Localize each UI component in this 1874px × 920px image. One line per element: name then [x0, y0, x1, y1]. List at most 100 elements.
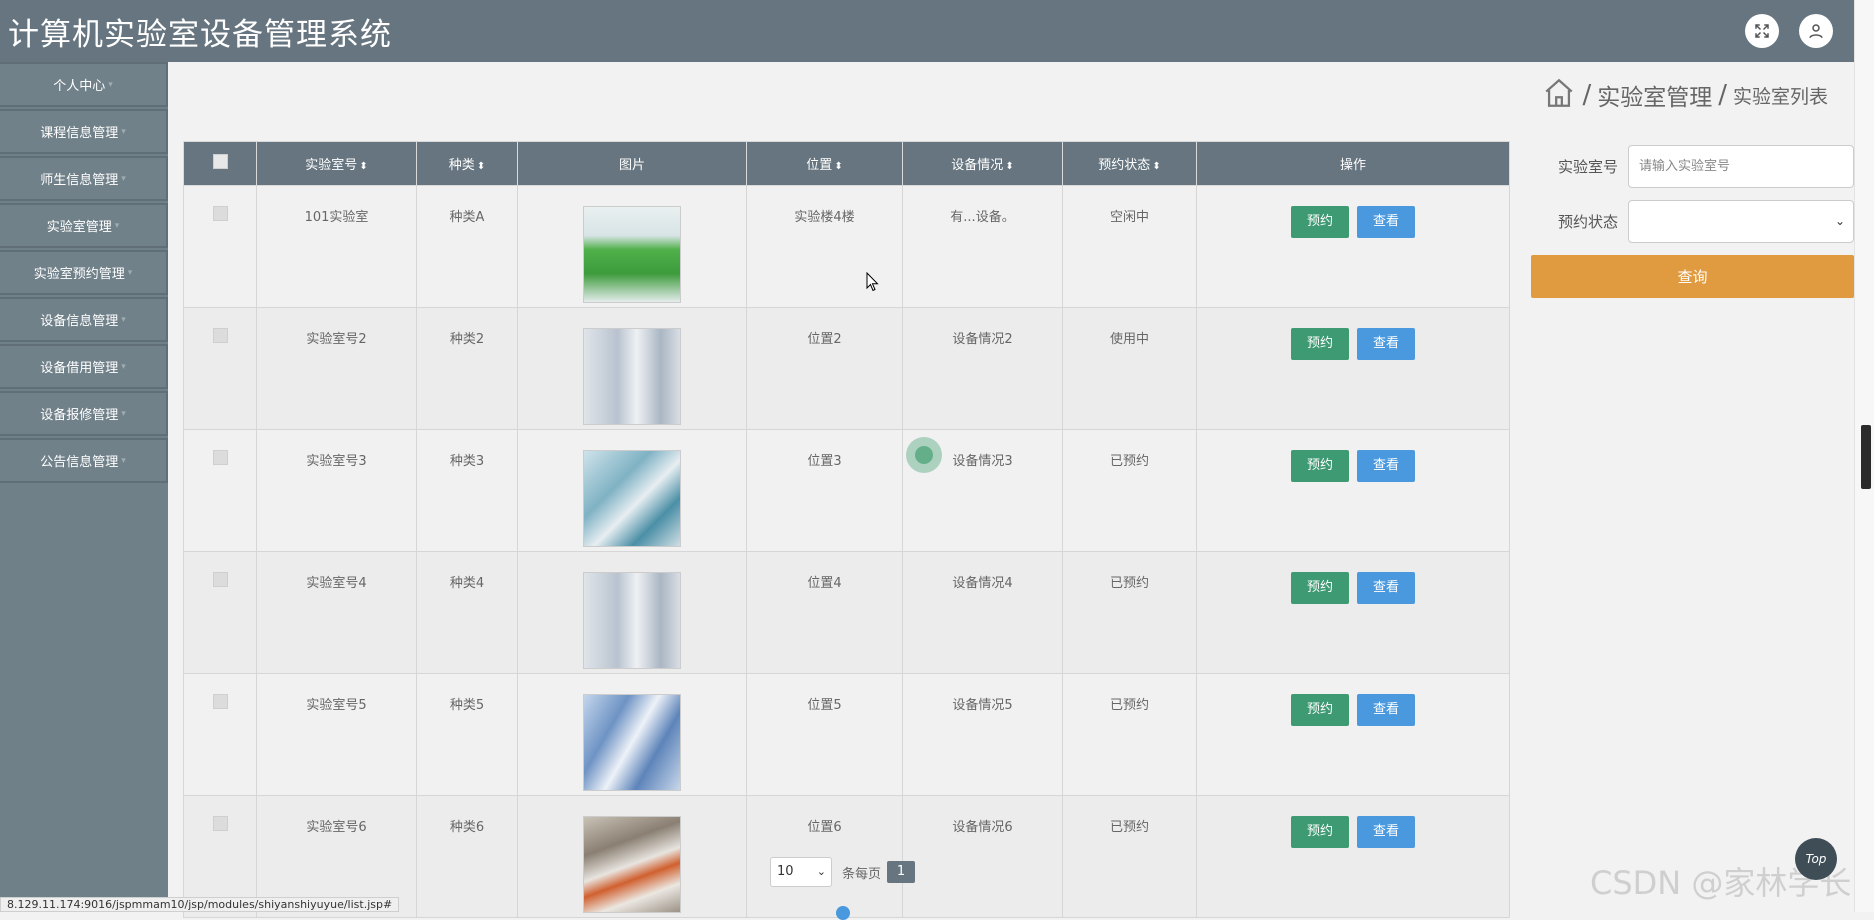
cell-type: 种类6 [416, 795, 518, 918]
book-button[interactable]: 预约 [1291, 206, 1349, 238]
book-button[interactable]: 预约 [1291, 572, 1349, 604]
row-checkbox[interactable] [183, 673, 257, 796]
breadcrumb-separator: / [1582, 80, 1592, 110]
sidebar-item-lab-management[interactable]: 实验室管理 ▾ [0, 203, 168, 248]
row-checkbox[interactable] [183, 185, 257, 308]
fullscreen-icon[interactable] [1745, 14, 1779, 48]
cell-picture [517, 795, 747, 918]
chevron-down-icon: ▾ [121, 408, 126, 419]
cell-status: 空闲中 [1062, 185, 1197, 308]
row-checkbox[interactable] [183, 429, 257, 552]
book-button[interactable]: 预约 [1291, 450, 1349, 482]
book-button[interactable]: 预约 [1291, 694, 1349, 726]
cell-picture [517, 429, 747, 552]
room-number-input[interactable] [1628, 145, 1854, 188]
view-button[interactable]: 查看 [1357, 816, 1415, 848]
cell-location: 位置3 [746, 429, 903, 552]
query-button[interactable]: 查询 [1531, 255, 1854, 298]
sidebar-item-announcement[interactable]: 公告信息管理 ▾ [0, 438, 168, 483]
cell-picture [517, 185, 747, 308]
booking-status-select[interactable]: ⌄ [1628, 200, 1854, 243]
breadcrumb-level1[interactable]: 实验室管理 [1597, 78, 1712, 112]
search-panel: 实验室号 预约状态 ⌄ 查询 [1528, 145, 1854, 298]
cell-equipment: 设备情况6 [902, 795, 1063, 918]
cell-type: 种类2 [416, 307, 518, 430]
sort-icon[interactable]: ⬍ [359, 161, 367, 172]
sort-icon[interactable]: ⬍ [834, 161, 842, 172]
column-header-type[interactable]: 种类 ⬍ [416, 141, 518, 186]
cell-picture [517, 673, 747, 796]
column-header-location[interactable]: 位置 ⬍ [746, 141, 903, 186]
cell-room: 实验室号5 [256, 673, 417, 796]
lab-photo [583, 450, 681, 547]
column-header-actions: 操作 [1196, 141, 1510, 186]
sidebar-item-course-info[interactable]: 课程信息管理 ▾ [0, 109, 168, 154]
cell-status: 已预约 [1062, 551, 1197, 674]
sidebar-item-personal-center[interactable]: 个人中心 ▾ [0, 62, 168, 107]
sidebar-item-equipment-info[interactable]: 设备信息管理 ▾ [0, 297, 168, 342]
lab-photo [583, 694, 681, 791]
chevron-down-icon: ▾ [127, 267, 133, 278]
cell-actions: 预约 查看 [1196, 795, 1510, 918]
chevron-down-icon: ▾ [108, 79, 113, 90]
scrollbar-thumb[interactable] [1861, 425, 1871, 489]
sidebar-item-teacher-student[interactable]: 师生信息管理 ▾ [0, 156, 168, 201]
cell-type: 种类3 [416, 429, 518, 552]
sidebar-item-equipment-repair[interactable]: 设备报修管理 ▾ [0, 391, 168, 436]
sort-icon[interactable]: ⬍ [1152, 161, 1160, 172]
home-icon[interactable] [1542, 76, 1576, 114]
page-size-select[interactable]: 10 ⌄ [770, 857, 832, 887]
book-button[interactable]: 预约 [1291, 816, 1349, 848]
page-number-current[interactable]: 1 [887, 861, 916, 883]
breadcrumb: / 实验室管理 / 实验室列表 [1542, 76, 1828, 114]
cell-status: 使用中 [1062, 307, 1197, 430]
sort-icon[interactable]: ⬍ [1005, 161, 1013, 172]
book-button[interactable]: 预约 [1291, 328, 1349, 360]
cell-location: 位置4 [746, 551, 903, 674]
breadcrumb-separator: / [1718, 80, 1727, 110]
table-row: 101实验室 种类A 实验楼4楼 有...设备。 空闲中 预约 查看 [183, 185, 1510, 308]
chevron-down-icon: ▾ [121, 126, 126, 137]
table-header: 实验室号 ⬍ 种类 ⬍ 图片 位置 ⬍ 设备情况 ⬍ 预约状态 ⬍ 操作 [183, 141, 1510, 186]
back-to-top-button[interactable]: Top [1795, 838, 1837, 880]
pagination: 10 ⌄ 条每页 1 [770, 857, 916, 887]
view-button[interactable]: 查看 [1357, 572, 1415, 604]
cell-status: 已预约 [1062, 429, 1197, 552]
sidebar-item-lab-booking[interactable]: 实验室预约管理 ▾ [0, 250, 168, 295]
cell-location: 位置2 [746, 307, 903, 430]
sidebar-item-equipment-borrow[interactable]: 设备借用管理 ▾ [0, 344, 168, 389]
cell-status: 已预约 [1062, 795, 1197, 918]
view-button[interactable]: 查看 [1357, 206, 1415, 238]
room-number-label: 实验室号 [1557, 158, 1618, 176]
cell-actions: 预约 查看 [1196, 307, 1510, 430]
mouse-cursor-icon [866, 271, 880, 296]
view-button[interactable]: 查看 [1357, 328, 1415, 360]
view-button[interactable]: 查看 [1357, 694, 1415, 726]
chevron-down-icon: ▾ [121, 314, 126, 325]
user-icon[interactable] [1799, 14, 1833, 48]
column-header-room[interactable]: 实验室号 ⬍ [256, 141, 417, 186]
sidebar: 个人中心 ▾ 课程信息管理 ▾ 师生信息管理 ▾ 实验室管理 ▾ 实验室预约管理 ▾ 设备… [0, 62, 168, 912]
table-row: 实验室号2 种类2 位置2 设备情况2 使用中 预约 查看 [183, 307, 1510, 430]
view-button[interactable]: 查看 [1357, 450, 1415, 482]
sort-icon[interactable]: ⬍ [477, 161, 485, 172]
chevron-down-icon: ▾ [121, 361, 126, 372]
app-title: 计算机实验室设备管理系统 [8, 16, 392, 53]
chevron-down-icon: ⌄ [816, 865, 826, 878]
booking-status-label: 预约状态 [1557, 213, 1618, 231]
row-checkbox[interactable] [183, 307, 257, 430]
lab-photo [583, 572, 681, 669]
cell-actions: 预约 查看 [1196, 551, 1510, 674]
column-header-equipment[interactable]: 设备情况 ⬍ [902, 141, 1063, 186]
row-checkbox[interactable] [183, 551, 257, 674]
cell-type: 种类4 [416, 551, 518, 674]
column-header-picture: 图片 [517, 141, 747, 186]
cell-equipment: 有...设备。 [902, 185, 1063, 308]
select-all-checkbox[interactable] [183, 141, 257, 186]
column-header-status[interactable]: 预约状态 ⬍ [1062, 141, 1197, 186]
chevron-down-icon: ⌄ [1834, 214, 1845, 228]
table-row: 实验室号4 种类4 位置4 设备情况4 已预约 预约 查看 [183, 551, 1510, 674]
lab-table: 实验室号 ⬍ 种类 ⬍ 图片 位置 ⬍ 设备情况 ⬍ 预约状态 ⬍ 操作 101实验室 种… [183, 141, 1510, 918]
cell-room: 101实验室 [256, 185, 417, 308]
cell-room: 实验室号2 [256, 307, 417, 430]
